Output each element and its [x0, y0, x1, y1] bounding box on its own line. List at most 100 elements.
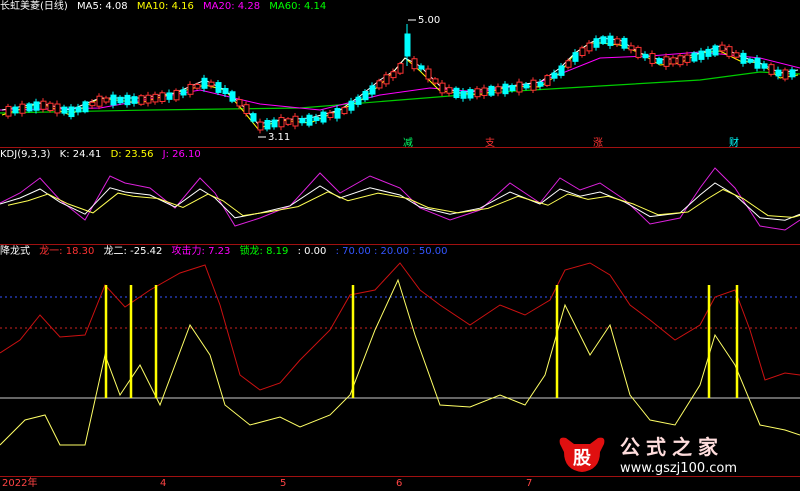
price-chart[interactable]: 5.00 3.11 减 支 涨 财 — [0, 0, 800, 147]
candle-body — [628, 45, 635, 51]
x-axis-month-4: 4 — [160, 478, 167, 489]
candle-body — [656, 58, 663, 64]
kdj-panel: KDJ(9,3,3) K: 24.41 D: 23.56 J: 26.10 — [0, 148, 800, 244]
candle-body — [719, 44, 726, 52]
kdj-k: K: 24.41 — [59, 149, 102, 160]
kdj-chart[interactable] — [0, 148, 800, 244]
candle-body — [75, 106, 82, 113]
candle-body — [425, 68, 432, 80]
watermark-title: 公式之家 — [620, 435, 724, 459]
candle-body — [285, 118, 292, 125]
candle-body — [397, 63, 404, 74]
ind-long1: 龙一: 18.30 — [39, 246, 95, 257]
candle-body — [26, 103, 33, 112]
candle-body — [782, 69, 789, 80]
candle-body — [684, 54, 691, 63]
candle-body — [775, 69, 782, 77]
candle-body — [173, 89, 180, 101]
candle-body — [306, 114, 313, 126]
candle-body — [68, 106, 75, 118]
candle-body — [40, 100, 47, 110]
candle-body — [103, 97, 110, 103]
candle-body — [404, 33, 411, 57]
candle-body — [334, 108, 341, 119]
candle-body — [446, 87, 453, 94]
candle-body — [754, 57, 761, 69]
candle-body — [327, 112, 334, 119]
candle-body — [271, 119, 278, 128]
long1-line — [0, 262, 800, 391]
candle-body — [264, 119, 271, 130]
candle-body — [355, 96, 362, 105]
candle-body — [201, 77, 208, 89]
watermark: 股 公式之家 www.gszj100.com — [556, 434, 800, 476]
candle-body — [159, 92, 166, 103]
low-price-label: 3.11 — [268, 132, 290, 143]
candle-body — [523, 83, 530, 89]
candle-body — [481, 87, 488, 96]
candle-body — [418, 65, 425, 70]
candle-body — [96, 95, 103, 107]
candle-body — [712, 45, 719, 56]
candle-body — [166, 92, 173, 100]
candle-body — [152, 93, 159, 103]
candle-body — [593, 38, 600, 48]
x-axis-month-7: 7 — [526, 478, 533, 489]
candle-body — [215, 82, 222, 93]
candle-body — [250, 113, 257, 122]
candle-body — [789, 69, 796, 78]
kdj-j: J: 26.10 — [162, 149, 201, 160]
candle-body — [621, 37, 628, 49]
candle-body — [257, 121, 264, 131]
candle-body — [558, 65, 565, 76]
ind-refs: : 70.00 : 20.00 : 50.00 — [335, 246, 448, 257]
candle-body — [376, 80, 383, 89]
candle-body — [145, 94, 152, 104]
candle-body — [313, 116, 320, 122]
candle-body — [607, 35, 614, 46]
candle-body — [572, 52, 579, 62]
candle-body — [467, 89, 474, 99]
candle-body — [586, 42, 593, 52]
candle-body — [600, 36, 607, 44]
stock-name[interactable]: 长虹美菱(日线) — [0, 1, 68, 12]
candle-body — [642, 53, 649, 59]
long2-line — [0, 278, 800, 446]
ind-zero: : 0.00 — [297, 246, 327, 257]
x-axis: 2022年 4 5 6 7 — [0, 476, 800, 491]
price-header: 长虹美菱(日线) MA5: 4.08 MA10: 4.16 MA20: 4.28… — [0, 0, 800, 14]
candle-body — [222, 87, 229, 95]
candle-body — [768, 64, 775, 75]
candle-body — [117, 96, 124, 104]
kdj-d: D: 23.56 — [110, 149, 154, 160]
price-panel: 长虹美菱(日线) MA5: 4.08 MA10: 4.16 MA20: 4.28… — [0, 0, 800, 147]
candle-body — [131, 96, 138, 104]
candle-body — [691, 52, 698, 62]
candle-body — [579, 47, 586, 56]
kdj-d-line — [7, 188, 800, 218]
candle-body — [635, 46, 642, 58]
candle-body — [124, 94, 131, 106]
candle-body — [453, 87, 460, 99]
candle-body — [369, 85, 376, 95]
candle-body — [740, 52, 747, 64]
indicator-header: 降龙式 龙一: 18.30 龙二: -25.42 攻击力: 7.23 锁龙: 8… — [0, 245, 800, 259]
candle-body — [670, 57, 677, 65]
signal-mark: 财 — [729, 136, 739, 147]
watermark-badge: 股 — [572, 448, 592, 469]
candle-body — [194, 83, 201, 89]
ind-attack: 攻击力: 7.23 — [171, 246, 231, 257]
candle-body — [698, 50, 705, 60]
candle-body — [726, 46, 733, 57]
candle-body — [747, 58, 754, 63]
candle-body — [705, 48, 712, 57]
kdj-header: KDJ(9,3,3) K: 24.41 D: 23.56 J: 26.10 — [0, 148, 800, 162]
candle-body — [180, 89, 187, 96]
candle-body — [614, 38, 621, 45]
candle-body — [208, 81, 215, 87]
candle-body — [47, 102, 54, 111]
x-axis-month-6: 6 — [396, 478, 403, 489]
ind-lock: 锁龙: 8.19 — [239, 246, 289, 257]
watermark-url: www.gszj100.com — [620, 461, 737, 476]
candle-body — [299, 118, 306, 124]
